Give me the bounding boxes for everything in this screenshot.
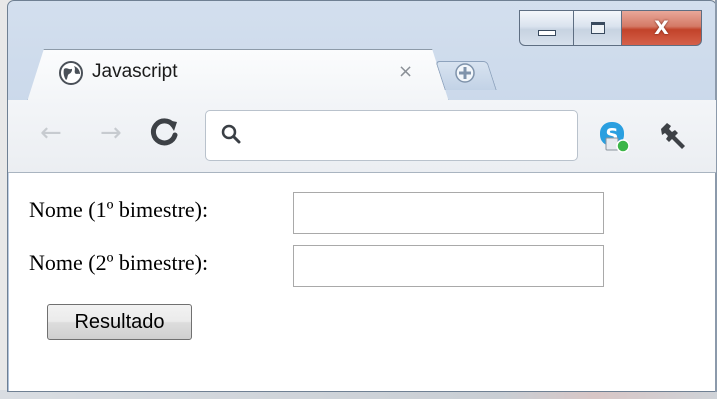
plus-icon	[455, 63, 475, 83]
maximize-button[interactable]	[574, 10, 622, 46]
skype-icon[interactable]: S	[597, 118, 631, 154]
window-controls: X	[519, 10, 702, 46]
tab-content: Javascript ×	[27, 49, 447, 101]
minimize-icon	[537, 30, 556, 36]
bimestre1-input[interactable]	[293, 192, 604, 234]
close-window-button[interactable]: X	[622, 10, 702, 46]
search-icon	[221, 124, 241, 144]
field2-label: Nome (2º bimestre):	[29, 250, 209, 275]
close-icon: X	[654, 16, 669, 39]
maximize-icon	[590, 22, 605, 34]
wrench-icon[interactable]	[655, 117, 691, 153]
address-input[interactable]	[250, 121, 574, 153]
field1-label: Nome (1º bimestre):	[29, 197, 209, 222]
resultado-button[interactable]: Resultado	[47, 304, 192, 340]
back-button[interactable]: ←	[40, 118, 62, 152]
omnibox	[205, 110, 578, 161]
globe-icon	[59, 61, 83, 85]
tab-title: Javascript	[92, 61, 178, 82]
reload-icon[interactable]	[148, 115, 180, 151]
bimestre2-input[interactable]	[293, 245, 604, 287]
forward-button[interactable]: →	[100, 118, 122, 152]
minimize-button[interactable]	[519, 10, 574, 46]
tab-close-icon[interactable]: ×	[398, 61, 413, 82]
